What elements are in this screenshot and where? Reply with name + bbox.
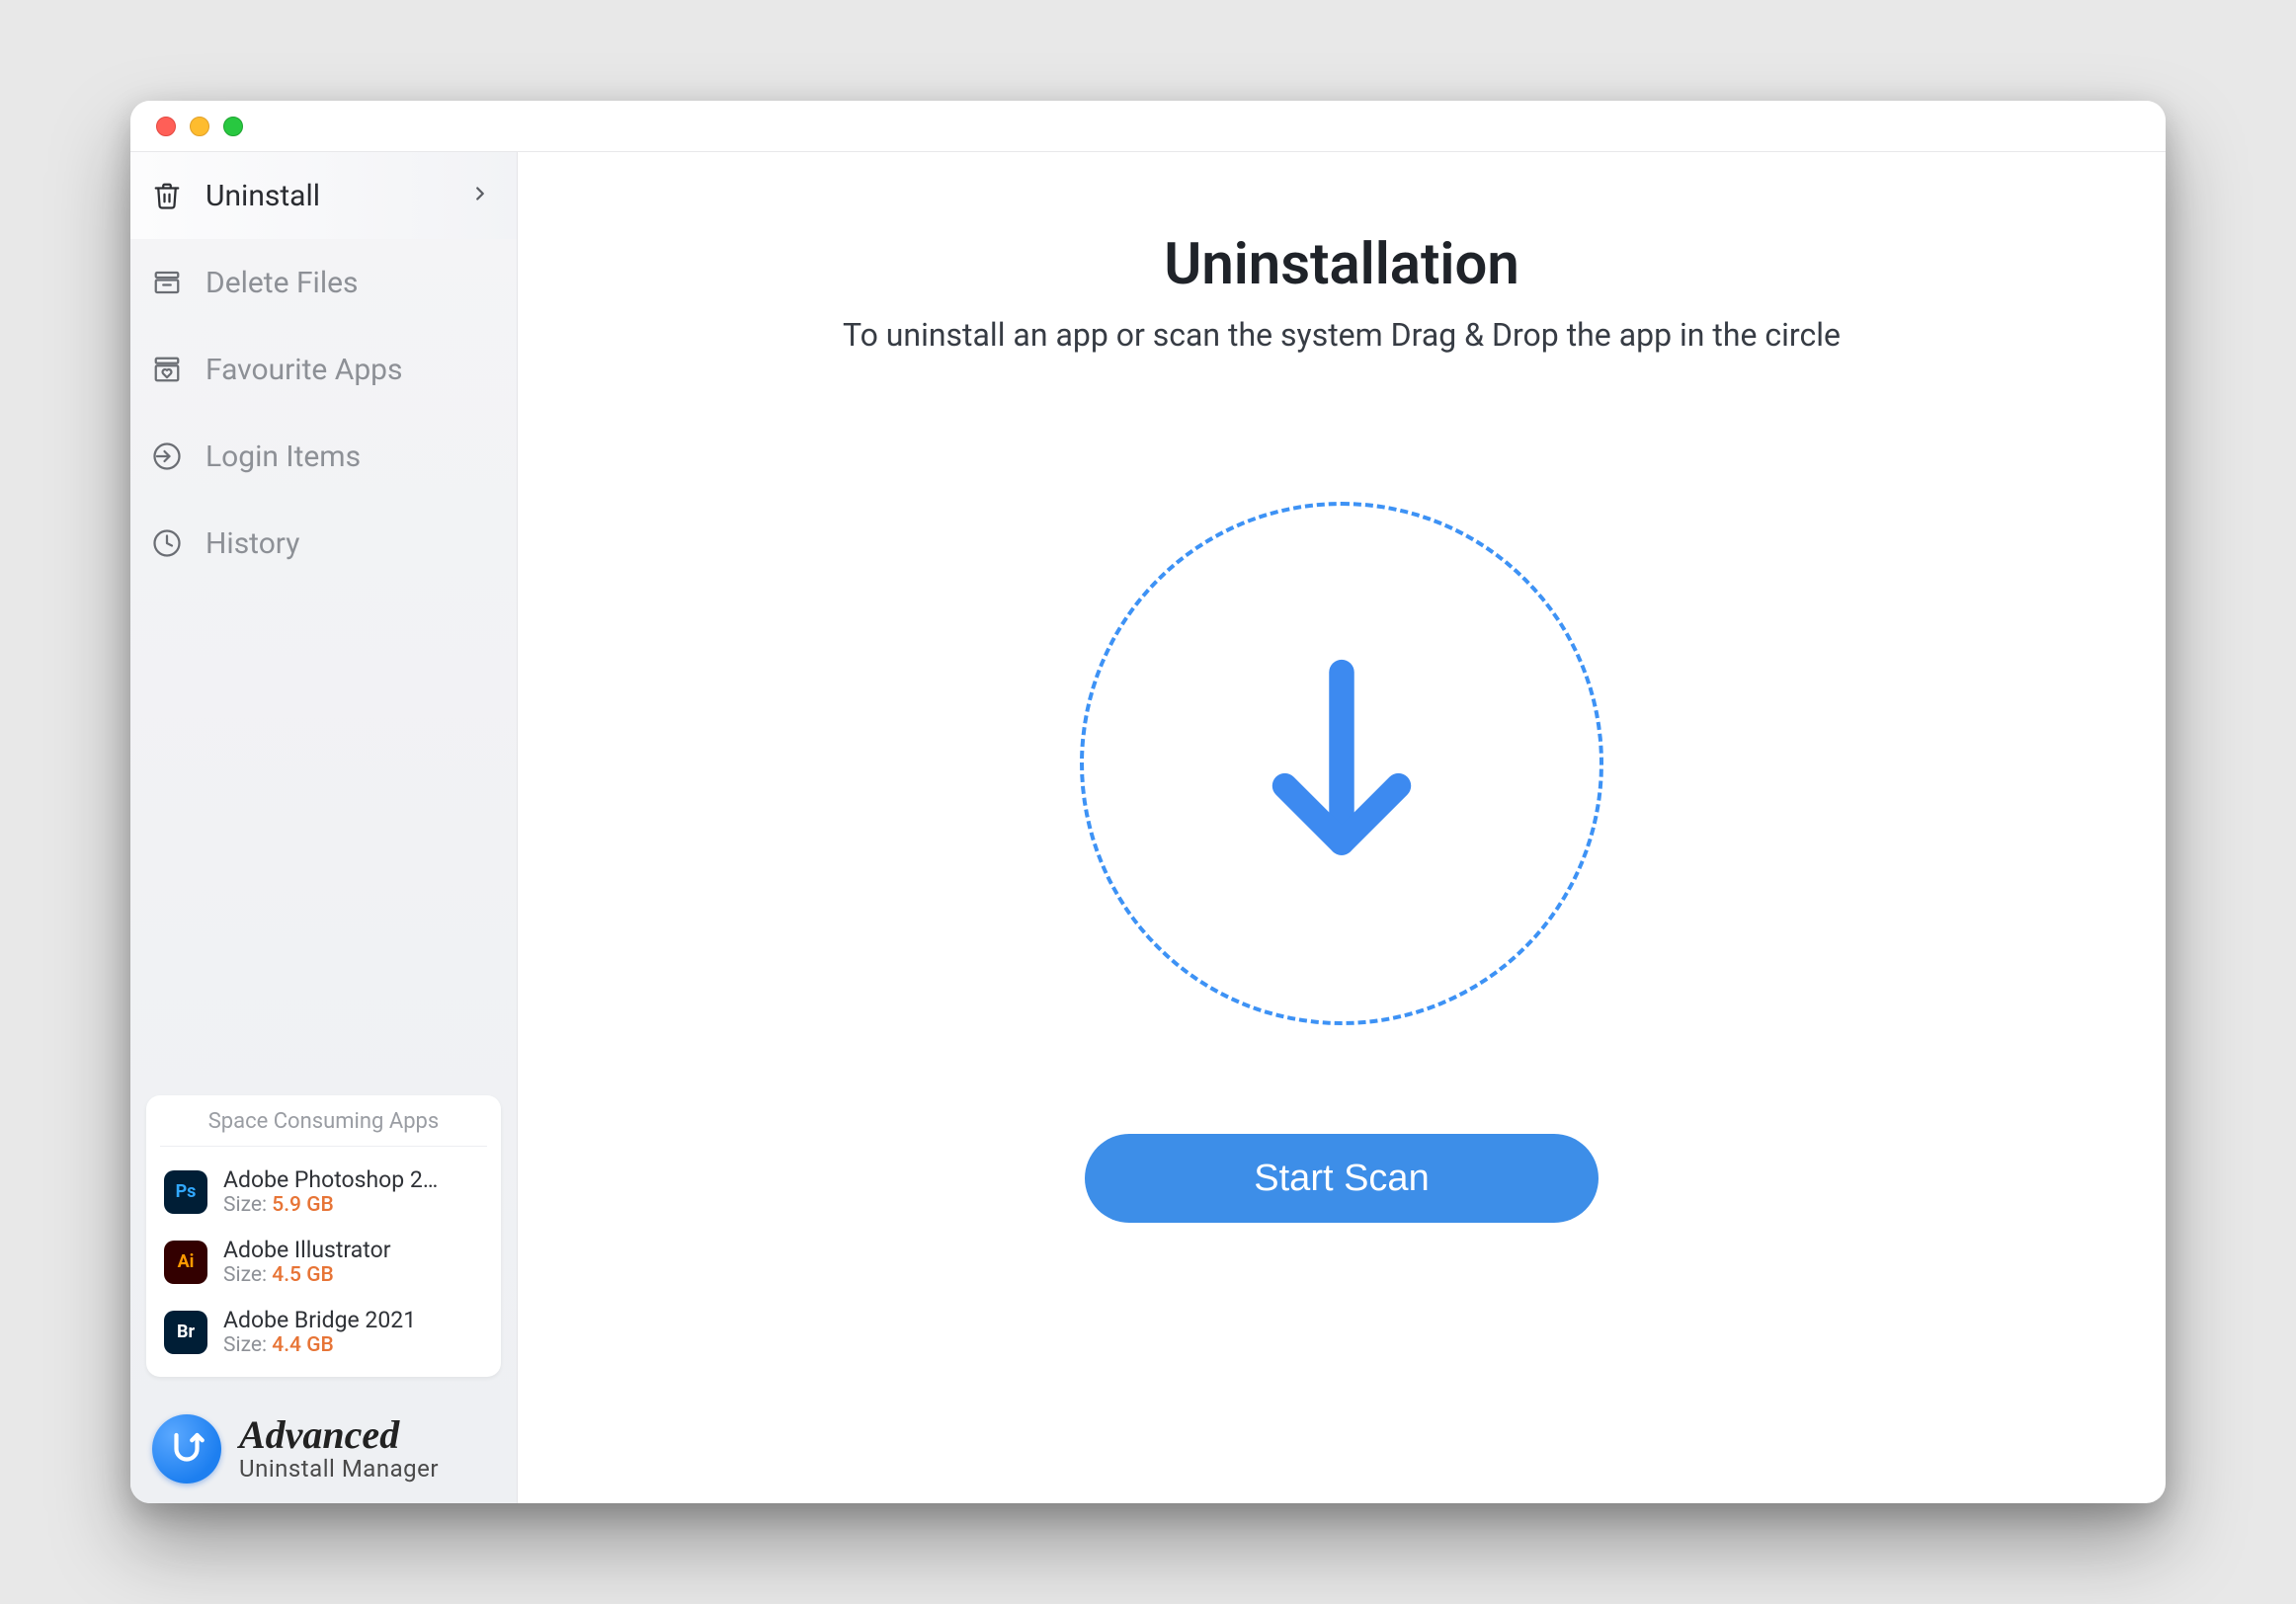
space-app-row[interactable]: Ps Adobe Photoshop 2… Size: 5.9 GB xyxy=(160,1157,487,1227)
start-scan-button[interactable]: Start Scan xyxy=(1085,1134,1599,1223)
sidebar-item-label: History xyxy=(205,526,491,561)
arrow-down-icon xyxy=(1243,648,1440,879)
app-window: Uninstall Delete Files xyxy=(130,101,2166,1503)
titlebar xyxy=(130,101,2166,152)
sidebar-nav: Uninstall Delete Files xyxy=(130,152,517,587)
space-consuming-title: Space Consuming Apps xyxy=(160,1109,487,1147)
space-app-size: Size: 5.9 GB xyxy=(223,1193,483,1217)
sidebar-item-label: Delete Files xyxy=(205,266,491,300)
sidebar-item-label: Login Items xyxy=(205,440,491,474)
bridge-icon: Br xyxy=(164,1311,207,1354)
page-title: Uninstallation xyxy=(1164,231,1518,298)
space-app-name: Adobe Illustrator xyxy=(223,1237,483,1263)
space-consuming-panel: Space Consuming Apps Ps Adobe Photoshop … xyxy=(146,1095,501,1377)
photoshop-icon: Ps xyxy=(164,1170,207,1214)
dropzone-circle[interactable] xyxy=(1080,502,1603,1025)
sidebar-item-favourite-apps[interactable]: Favourite Apps xyxy=(130,326,517,413)
heart-box-icon xyxy=(150,353,184,386)
login-icon xyxy=(150,440,184,473)
page-subtitle: To uninstall an app or scan the system D… xyxy=(843,316,1841,354)
space-app-name: Adobe Photoshop 2… xyxy=(223,1166,483,1193)
chevron-right-icon xyxy=(469,183,491,208)
archive-icon xyxy=(150,266,184,299)
sidebar: Uninstall Delete Files xyxy=(130,152,518,1503)
brand-logo-icon xyxy=(152,1414,221,1484)
window-close-button[interactable] xyxy=(156,117,176,136)
main-panel: Uninstallation To uninstall an app or sc… xyxy=(518,152,2166,1503)
sidebar-item-uninstall[interactable]: Uninstall xyxy=(130,152,517,239)
space-app-size: Size: 4.4 GB xyxy=(223,1333,483,1357)
clock-icon xyxy=(150,526,184,560)
sidebar-item-delete-files[interactable]: Delete Files xyxy=(130,239,517,326)
sidebar-item-history[interactable]: History xyxy=(130,500,517,587)
sidebar-item-login-items[interactable]: Login Items xyxy=(130,413,517,500)
space-app-size: Size: 4.5 GB xyxy=(223,1263,483,1287)
content-area: Uninstall Delete Files xyxy=(130,152,2166,1503)
brand-name-bottom: Uninstall Manager xyxy=(239,1455,439,1484)
trash-icon xyxy=(150,179,184,212)
sidebar-item-label: Favourite Apps xyxy=(205,353,491,387)
sidebar-item-label: Uninstall xyxy=(205,179,448,213)
window-maximize-button[interactable] xyxy=(223,117,243,136)
illustrator-icon: Ai xyxy=(164,1241,207,1284)
window-minimize-button[interactable] xyxy=(190,117,209,136)
space-app-row[interactable]: Br Adobe Bridge 2021 Size: 4.4 GB xyxy=(160,1297,487,1367)
brand-footer: Advanced Uninstall Manager xyxy=(130,1395,517,1503)
brand-name-top: Advanced xyxy=(239,1415,439,1455)
space-app-row[interactable]: Ai Adobe Illustrator Size: 4.5 GB xyxy=(160,1227,487,1297)
space-app-name: Adobe Bridge 2021 xyxy=(223,1307,483,1333)
